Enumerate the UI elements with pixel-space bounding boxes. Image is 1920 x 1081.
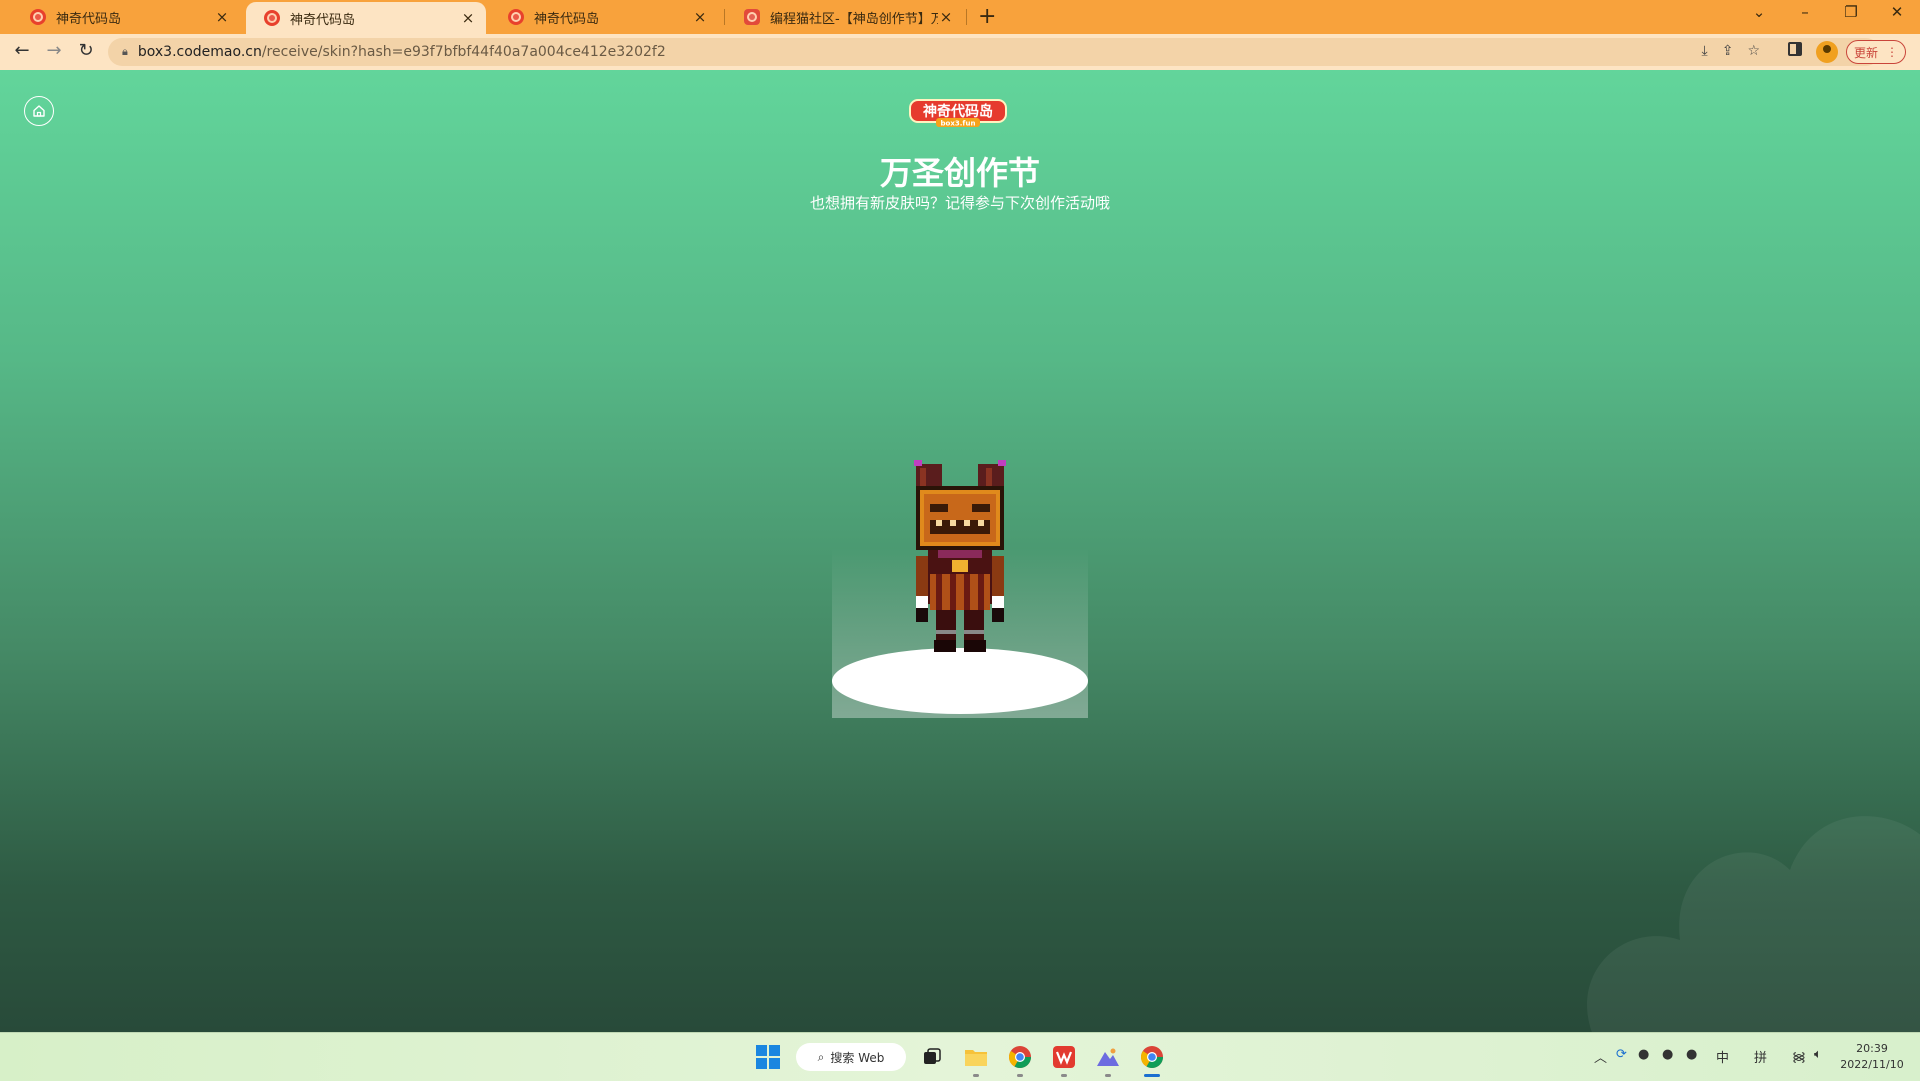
- ime-mode-indicator[interactable]: 拼: [1754, 1047, 1767, 1066]
- clock-time: 20:39: [1856, 1042, 1888, 1055]
- browser-tab[interactable]: 神奇代码岛 ×: [490, 0, 718, 34]
- page-content: 神奇代码岛 box3.fun 万圣创作节 也想拥有新皮肤吗？记得参与下次创作活动…: [0, 70, 1920, 1032]
- wps-icon: [1053, 1046, 1075, 1068]
- chrome-button[interactable]: [1004, 1041, 1036, 1077]
- update-button[interactable]: 更新 ⋮: [1846, 40, 1906, 64]
- folder-icon: [965, 1050, 987, 1066]
- home-icon: [33, 105, 45, 117]
- tab-close-icon[interactable]: ×: [460, 9, 476, 27]
- codemao-favicon-icon: [30, 9, 46, 25]
- browser-tab-strip: 神奇代码岛 × 神奇代码岛 × 神奇代码岛 × 编程猫社区-【神岛创作节】万圣 …: [0, 0, 1920, 34]
- reload-icon[interactable]: ↻: [74, 40, 98, 61]
- codemao-favicon-icon: [264, 10, 280, 26]
- tab-title: 神奇代码岛: [56, 11, 122, 27]
- decorative-cloud: [1587, 816, 1920, 1032]
- qq-tray-icon[interactable]: ●: [1638, 1047, 1649, 1062]
- task-view-button[interactable]: [916, 1041, 948, 1073]
- forward-arrow-icon[interactable]: →: [42, 40, 66, 61]
- home-button[interactable]: [24, 96, 54, 126]
- system-clock[interactable]: 20:39 2022/11/10: [1840, 1041, 1904, 1073]
- file-explorer-button[interactable]: [960, 1041, 992, 1077]
- tab-search-chevron-icon[interactable]: ⌄: [1744, 3, 1774, 21]
- mountain-app-icon: [1097, 1048, 1119, 1066]
- windows-logo-icon: [756, 1045, 780, 1069]
- community-favicon-icon: [744, 9, 760, 25]
- page-subtitle: 也想拥有新皮肤吗？记得参与下次创作活动哦: [809, 194, 1110, 212]
- sync-icon[interactable]: ⟳: [1616, 1047, 1627, 1062]
- profile-avatar-icon[interactable]: [1816, 41, 1838, 63]
- taskbar-search[interactable]: ⌕ 搜索 Web: [796, 1043, 906, 1071]
- minimize-icon[interactable]: –: [1790, 3, 1820, 21]
- back-arrow-icon[interactable]: ←: [10, 40, 34, 61]
- browser-tab[interactable]: 神奇代码岛 ×: [12, 0, 240, 34]
- volume-icon[interactable]: 🔈︎: [1814, 1047, 1822, 1062]
- browser-toolbar: ← → ↻ 🔒︎ box3.codemao.cn/receive/skin?ha…: [0, 34, 1920, 71]
- browser-tab[interactable]: 编程猫社区-【神岛创作节】万圣 ×: [726, 0, 964, 34]
- windows-taskbar: ⌕ 搜索 Web ︿ ⟳ ● ● ● 中 拼 ᯼ 🔈︎ 20:39 2022/1…: [0, 1032, 1920, 1081]
- url-path: /receive/skin?hash=e93f7bfbf44f40a7a004c…: [261, 44, 666, 60]
- side-panel-icon[interactable]: [1788, 42, 1802, 56]
- wps-office-button[interactable]: [1048, 1041, 1080, 1077]
- chrome-icon: [1009, 1046, 1031, 1068]
- clock-date: 2022/11/10: [1840, 1058, 1904, 1071]
- url-host: box3.codemao.cn: [137, 44, 262, 60]
- more-menu-icon: ⋮: [1886, 45, 1898, 59]
- chrome-icon: [1141, 1046, 1163, 1068]
- box3-logo: 神奇代码岛 box3.fun: [909, 99, 1007, 128]
- wifi-icon[interactable]: ᯼: [1792, 1047, 1806, 1065]
- share-icon[interactable]: ⇪: [1722, 43, 1734, 59]
- ime-language-indicator[interactable]: 中: [1716, 1047, 1729, 1066]
- task-view-icon: [924, 1048, 941, 1064]
- qq-tray-icon[interactable]: ●: [1662, 1047, 1673, 1062]
- restore-icon[interactable]: ❐: [1836, 3, 1866, 21]
- tab-title: 神奇代码岛: [534, 11, 600, 27]
- page-title: 万圣创作节: [879, 154, 1040, 192]
- tab-title: 神奇代码岛: [290, 12, 356, 28]
- taskbar-search-label: 搜索 Web: [830, 1050, 885, 1065]
- tab-close-icon[interactable]: ×: [692, 8, 708, 26]
- tab-separator: [966, 9, 967, 25]
- tab-title: 编程猫社区-【神岛创作节】万圣: [770, 11, 938, 27]
- window-close-icon[interactable]: ✕: [1882, 3, 1912, 21]
- logo-subtext: box3.fun: [941, 120, 976, 128]
- pumpkin-skin-character: [914, 460, 1006, 652]
- tab-close-icon[interactable]: ×: [938, 8, 954, 26]
- tab-separator: [724, 9, 725, 25]
- photos-app-button[interactable]: [1092, 1041, 1124, 1077]
- codemao-favicon-icon: [508, 9, 524, 25]
- show-hidden-icons-chevron-icon[interactable]: ︿: [1594, 1047, 1607, 1066]
- browser-tab-active[interactable]: 神奇代码岛 ×: [246, 2, 486, 34]
- lock-icon: 🔒︎: [122, 45, 128, 58]
- start-button[interactable]: [752, 1041, 784, 1073]
- install-app-icon[interactable]: ⤓: [1702, 43, 1708, 59]
- address-bar[interactable]: 🔒︎ box3.codemao.cn/receive/skin?hash=e93…: [108, 38, 1880, 66]
- logo-text: 神奇代码岛: [923, 103, 993, 120]
- qq-tray-icon[interactable]: ●: [1686, 1047, 1697, 1062]
- update-label: 更新: [1853, 45, 1878, 60]
- bookmark-star-icon[interactable]: ☆: [1747, 43, 1760, 59]
- address-bar-actions: ⤓ ⇪ ☆: [1702, 43, 1761, 59]
- search-icon: ⌕: [817, 1049, 825, 1064]
- tab-close-icon[interactable]: ×: [214, 8, 230, 26]
- new-tab-button[interactable]: +: [978, 4, 996, 29]
- chrome-active-button[interactable]: [1136, 1041, 1168, 1077]
